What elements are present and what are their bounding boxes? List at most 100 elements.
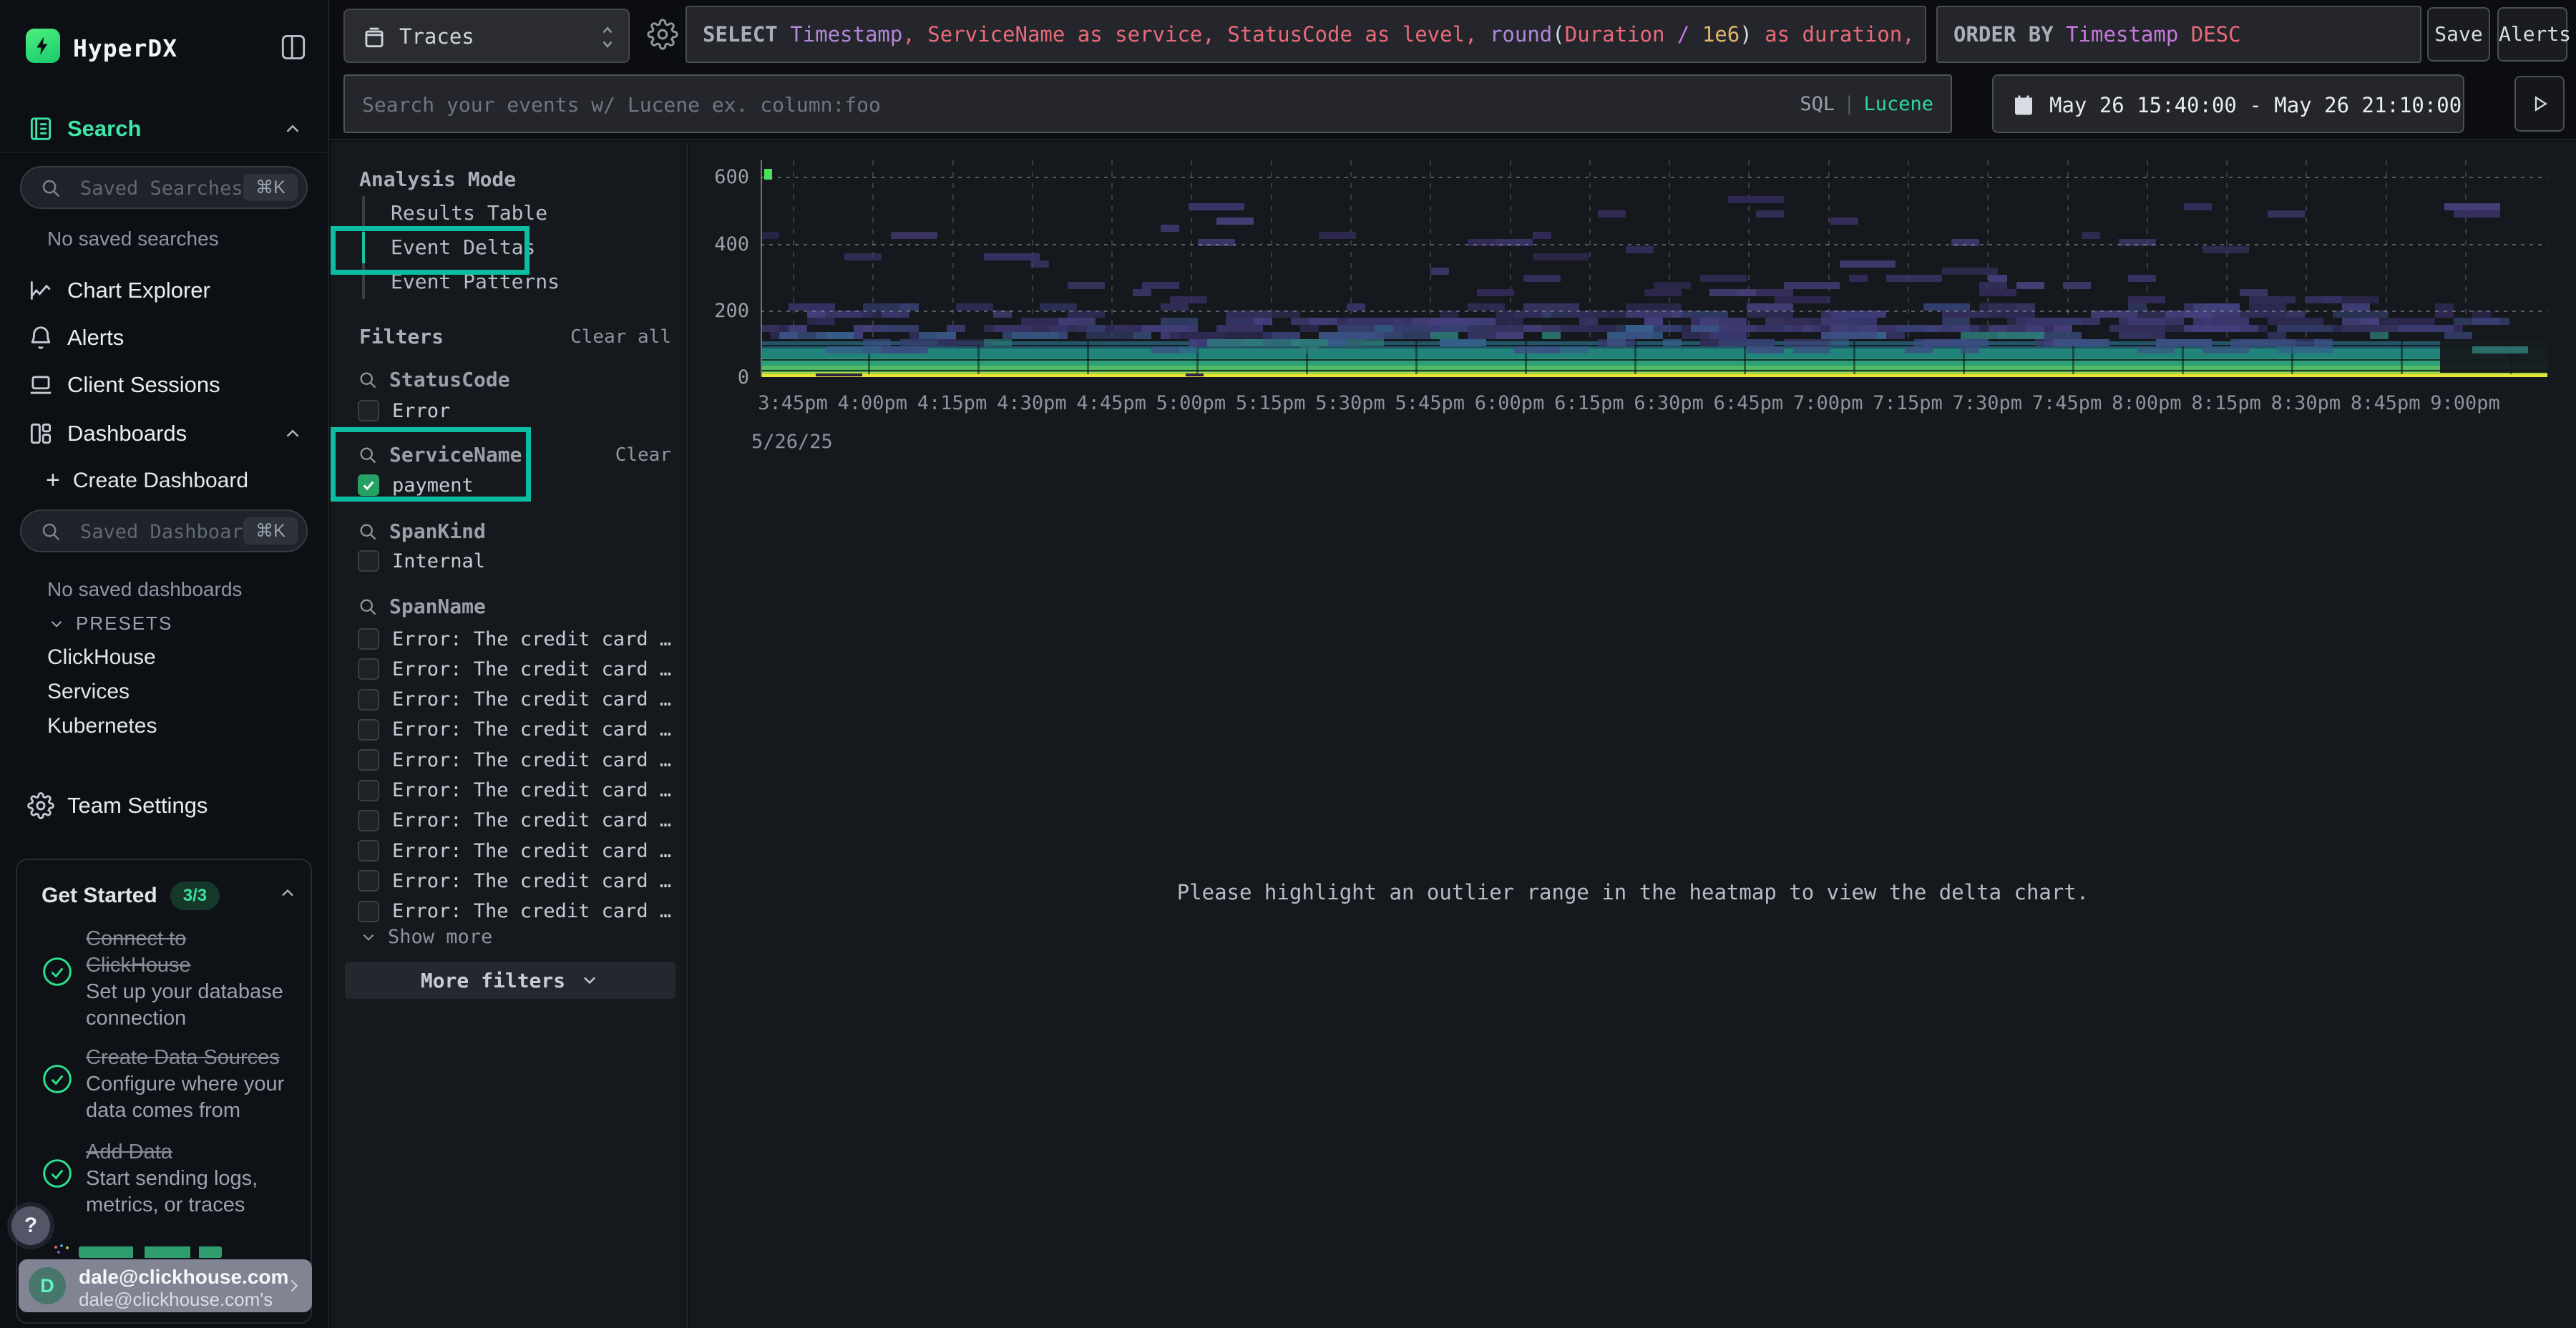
filter-group-servicename: ServiceName: [358, 443, 522, 467]
clear-servicename-link[interactable]: Clear: [615, 444, 671, 466]
divider: [0, 152, 328, 153]
language-toggle[interactable]: SQL|Lucene: [1800, 93, 1933, 115]
shortcut-badge: ⌘K: [243, 517, 298, 545]
help-button[interactable]: ?: [11, 1206, 50, 1245]
sidebar: HyperDX Search Saved Searches ⌘K No save…: [0, 0, 329, 1328]
checkbox-unchecked[interactable]: [358, 810, 379, 831]
chart-line-icon: [27, 277, 54, 304]
mode-results-table[interactable]: Results Table: [365, 196, 560, 230]
completed-task-peek: [79, 1246, 222, 1258]
checkbox-unchecked[interactable]: [358, 749, 379, 771]
search-icon: [40, 177, 62, 199]
filter-option-spanname[interactable]: Error: The credit card …: [358, 655, 671, 683]
filter-option-spanname[interactable]: Error: The credit card …: [358, 897, 671, 926]
time-range-text: May 26 15:40:00 - May 26 21:10:00: [2049, 93, 2462, 117]
sidebar-item-alerts[interactable]: Alerts: [0, 318, 328, 358]
search-icon: [358, 370, 378, 390]
clear-all-link[interactable]: Clear all: [570, 326, 671, 348]
database-icon: [361, 23, 388, 52]
brand-title: HyperDX: [73, 34, 177, 62]
checkbox-unchecked[interactable]: [358, 780, 379, 801]
chevron-up-icon: [282, 118, 303, 140]
filter-option-internal[interactable]: Internal: [358, 547, 485, 575]
more-filters-button[interactable]: More filters: [345, 962, 675, 999]
sidebar-item-client-sessions[interactable]: Client Sessions: [0, 365, 328, 405]
get-started-progress-badge: 3/3: [170, 882, 220, 910]
saved-searches-input[interactable]: Saved Searches ⌘K: [20, 166, 308, 209]
user-menu[interactable]: D dale@clickhouse.com dale@clickhouse.co…: [19, 1259, 312, 1312]
hyperdx-logo-icon: [26, 29, 60, 63]
checkbox-unchecked[interactable]: [358, 840, 379, 861]
heatmap-plot[interactable]: [761, 160, 2547, 377]
chevron-up-icon: [282, 423, 303, 444]
heatmap-panel: 0200400600 3:45pm4:00pm4:15pm4:30pm4:45p…: [690, 142, 2576, 1328]
chevron-down-icon: [359, 928, 378, 947]
presets-toggle[interactable]: PRESETS: [47, 612, 172, 635]
filters-title: Filters: [359, 325, 444, 348]
checkbox-unchecked[interactable]: [358, 719, 379, 741]
sql-select-editor[interactable]: SELECT Timestamp, ServiceName as service…: [686, 6, 1926, 63]
filter-option-spanname[interactable]: Error: The credit card …: [358, 746, 671, 774]
dashboard-icon: [27, 420, 54, 447]
search-section-icon: [27, 115, 54, 142]
preset-services[interactable]: Services: [47, 680, 130, 704]
preset-clickhouse[interactable]: ClickHouse: [47, 645, 156, 670]
sidebar-item-dashboards[interactable]: Dashboards: [0, 414, 328, 454]
user-team: dale@clickhouse.com's: [79, 1289, 273, 1311]
sidebar-item-search[interactable]: Search: [0, 109, 328, 149]
no-saved-dashboards-text: No saved dashboards: [47, 578, 242, 601]
alerts-button[interactable]: Alerts: [2497, 7, 2567, 62]
lucene-search-input[interactable]: Search your events w/ Lucene ex. column:…: [343, 74, 1952, 133]
sidebar-header: HyperDX: [0, 0, 328, 93]
filter-option-payment[interactable]: payment: [358, 471, 474, 499]
analysis-mode-title: Analysis Mode: [359, 167, 516, 191]
filter-option-spanname[interactable]: Error: The credit card …: [358, 866, 671, 895]
filter-option-spanname[interactable]: Error: The credit card …: [358, 716, 671, 744]
sidebar-item-team-settings[interactable]: Team Settings: [0, 786, 328, 826]
filter-option-spanname[interactable]: Error: The credit card …: [358, 836, 671, 865]
filter-option-spanname[interactable]: Error: The credit card …: [358, 806, 671, 835]
mode-event-patterns[interactable]: Event Patterns: [365, 265, 560, 299]
plus-icon: +: [46, 467, 60, 494]
checkbox-unchecked[interactable]: [358, 689, 379, 711]
delta-chart-empty-message: Please highlight an outlier range in the…: [690, 880, 2576, 904]
checkbox-unchecked[interactable]: [358, 870, 379, 892]
filter-option-error[interactable]: Error: [358, 396, 450, 425]
filter-option-spanname[interactable]: Error: The credit card …: [358, 625, 671, 653]
check-circle-icon: [42, 1158, 73, 1189]
show-more-link[interactable]: Show more: [359, 926, 492, 948]
saved-dashboards-input[interactable]: Saved Dashboards ⌘K: [20, 509, 308, 552]
search-icon: [40, 521, 62, 542]
chevron-down-icon: [580, 970, 600, 990]
saved-dashboards-placeholder: Saved Dashboards: [80, 521, 266, 543]
search-placeholder: Search your events w/ Lucene ex. column:…: [362, 93, 881, 117]
preset-kubernetes[interactable]: Kubernetes: [47, 714, 157, 738]
lucene-toggle[interactable]: Lucene: [1863, 93, 1933, 115]
filters-panel: Analysis Mode Results Table Event Deltas…: [331, 142, 688, 1328]
search-icon: [358, 522, 378, 542]
check-circle-icon: [42, 1063, 73, 1095]
create-dashboard-button[interactable]: + Create Dashboard: [46, 467, 248, 494]
mode-event-deltas[interactable]: Event Deltas: [365, 230, 560, 265]
chevron-up-icon[interactable]: [278, 883, 283, 903]
checkbox-unchecked[interactable]: [358, 628, 379, 650]
sidebar-item-chart-explorer[interactable]: Chart Explorer: [0, 270, 328, 311]
sql-toggle[interactable]: SQL: [1800, 93, 1835, 115]
checkbox-unchecked[interactable]: [358, 901, 379, 922]
checkbox-unchecked[interactable]: [358, 550, 379, 572]
checkbox-unchecked[interactable]: [358, 400, 379, 421]
checkbox-unchecked[interactable]: [358, 658, 379, 680]
saved-searches-placeholder: Saved Searches: [80, 177, 243, 200]
time-range-picker[interactable]: May 26 15:40:00 - May 26 21:10:00: [1992, 74, 2464, 133]
filter-group-statuscode: StatusCode: [358, 368, 510, 391]
chevron-up-down-icon: [598, 20, 617, 54]
source-settings-gear-icon[interactable]: [647, 19, 678, 50]
checkbox-checked[interactable]: [358, 474, 379, 496]
source-selector[interactable]: Traces: [343, 9, 630, 63]
save-button[interactable]: Save: [2427, 7, 2490, 62]
sql-orderby-editor[interactable]: ORDER BY Timestamp DESC: [1936, 6, 2421, 63]
run-query-button[interactable]: [2514, 76, 2565, 132]
filter-option-spanname[interactable]: Error: The credit card …: [358, 685, 671, 714]
filter-option-spanname[interactable]: Error: The credit card …: [358, 776, 671, 805]
sidebar-collapse-icon[interactable]: [278, 31, 309, 63]
